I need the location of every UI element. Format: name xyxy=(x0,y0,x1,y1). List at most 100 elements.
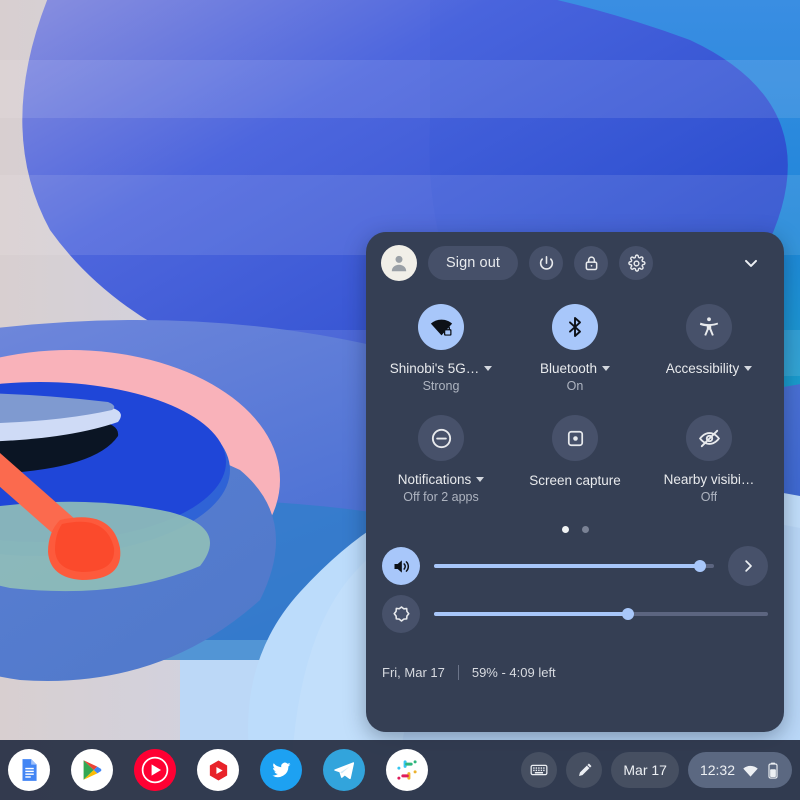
google-play-icon[interactable] xyxy=(71,749,113,791)
collapse-panel-button[interactable] xyxy=(734,246,768,280)
status-area-button[interactable]: 12:32 xyxy=(687,752,792,788)
chevron-right-icon xyxy=(745,560,752,572)
tile-bluetooth[interactable]: Bluetooth On xyxy=(508,304,642,393)
tile-notifications[interactable]: Notifications Off for 2 apps xyxy=(374,415,508,504)
power-button[interactable] xyxy=(529,246,564,280)
nearby-visibility-tile-label-row: Nearby visibi… xyxy=(664,472,755,487)
accessibility-tile-icon-circle xyxy=(686,304,732,350)
bluetooth-icon xyxy=(569,317,581,337)
chromeos-desktop: Sign out Shinobi's 5G… Strong Bluetooth … xyxy=(0,0,800,800)
page-dot-1[interactable] xyxy=(561,526,569,533)
accessibility-icon xyxy=(699,317,719,336)
volume-up-icon xyxy=(394,559,409,573)
bluetooth-tile-label: Bluetooth xyxy=(539,361,598,376)
brightness-icon xyxy=(392,605,410,622)
brightness-icon-button[interactable] xyxy=(382,595,420,633)
quick-settings-tile-grid: Shinobi's 5G… Strong Bluetooth On Access… xyxy=(366,294,784,504)
quick-settings-footer: Fri, Mar 17 59% - 4:09 left xyxy=(366,650,784,694)
twitter-icon[interactable] xyxy=(260,749,302,791)
accessibility-tile-label: Accessibility xyxy=(665,361,740,376)
tile-accessibility[interactable]: Accessibility xyxy=(642,304,776,393)
notifications-tile-sublabel: Off for 2 apps xyxy=(403,490,479,504)
stylus-icon xyxy=(578,763,592,776)
screen-capture-tile-icon-circle xyxy=(552,415,598,461)
wifi-icon xyxy=(743,765,758,777)
slack-icon[interactable] xyxy=(386,749,428,791)
do-not-disturb-icon xyxy=(431,428,451,448)
brightness-slider-fill xyxy=(434,612,628,616)
docs-glyph-icon xyxy=(22,759,37,781)
play-store-glyph-icon xyxy=(83,760,102,780)
eye-off-icon xyxy=(698,429,720,447)
notifications-tile-label-row: Notifications xyxy=(398,472,485,487)
sign-out-button[interactable]: Sign out xyxy=(428,246,519,280)
battery-icon xyxy=(768,762,778,779)
shelf-app-list xyxy=(0,749,428,791)
quick-settings-header: Sign out xyxy=(366,232,784,294)
yt-music-glyph-icon xyxy=(134,749,176,791)
user-avatar[interactable] xyxy=(381,245,417,281)
nearby-visibility-tile-sublabel: Off xyxy=(700,490,718,504)
lock-button[interactable] xyxy=(574,246,609,280)
chevron-down-icon[interactable] xyxy=(602,366,611,371)
notifications-tile-label: Notifications xyxy=(397,472,472,487)
screen-capture-tile-label-row: Screen capture xyxy=(529,472,621,490)
tile-screen-capture[interactable]: Screen capture xyxy=(508,415,642,504)
network-tile-label-row: Shinobi's 5G… xyxy=(390,361,493,376)
wifi-locked-icon xyxy=(430,319,452,336)
accessibility-tile-label-row: Accessibility xyxy=(666,361,753,376)
network-tile-sublabel: Strong xyxy=(422,379,460,393)
volume-slider-fill xyxy=(434,564,700,568)
settings-button[interactable] xyxy=(619,246,654,280)
youtube-music-icon[interactable] xyxy=(134,749,176,791)
volume-slider-thumb[interactable] xyxy=(694,560,706,572)
nearby-visibility-tile-label: Nearby visibi… xyxy=(663,472,755,487)
bluetooth-tile-icon-circle xyxy=(552,304,598,350)
shelf: Mar 17 12:32 xyxy=(0,740,800,800)
chevron-down-icon[interactable] xyxy=(476,477,485,482)
clock-label: 12:32 xyxy=(699,762,735,778)
notifications-tile-icon-circle xyxy=(418,415,464,461)
chevron-down-icon[interactable] xyxy=(744,366,753,371)
volume-toggle-button[interactable] xyxy=(382,547,420,585)
network-tile-icon-circle xyxy=(418,304,464,350)
next-page-button[interactable] xyxy=(728,546,768,586)
screen-capture-tile-label: Screen capture xyxy=(529,473,621,488)
volume-slider[interactable] xyxy=(434,556,714,576)
avatar-person-icon xyxy=(391,255,407,272)
on-screen-keyboard-button[interactable] xyxy=(521,752,558,788)
twitter-bird-glyph-icon xyxy=(272,762,291,778)
stylus-button[interactable] xyxy=(566,752,603,788)
nearby-visibility-tile-icon-circle xyxy=(686,415,732,461)
hexagon-play-glyph-icon xyxy=(209,760,227,780)
volume-slider-row xyxy=(366,542,784,590)
telegram-icon[interactable] xyxy=(323,749,365,791)
red-hexagon-app-icon[interactable] xyxy=(197,749,239,791)
page-dot-2[interactable] xyxy=(581,526,589,533)
chevron-down-icon xyxy=(745,259,757,267)
brightness-slider-thumb[interactable] xyxy=(621,608,634,620)
date-label[interactable]: Fri, Mar 17 xyxy=(382,665,445,680)
brightness-slider-row xyxy=(366,590,784,638)
brightness-slider[interactable] xyxy=(434,604,768,624)
calendar-date-button[interactable]: Mar 17 xyxy=(611,752,679,788)
tile-nearby-visibility[interactable]: Nearby visibi… Off xyxy=(642,415,776,504)
tile-network[interactable]: Shinobi's 5G… Strong xyxy=(374,304,508,393)
footer-divider xyxy=(457,664,459,680)
battery-status-label[interactable]: 59% - 4:09 left xyxy=(472,665,556,680)
power-icon xyxy=(539,255,553,270)
bluetooth-tile-label-row: Bluetooth xyxy=(539,361,611,376)
quick-settings-panel: Sign out Shinobi's 5G… Strong Bluetooth … xyxy=(366,232,784,732)
on-screen-keyboard-icon xyxy=(530,764,548,776)
google-docs-icon[interactable] xyxy=(8,749,50,791)
slack-hash-glyph-icon xyxy=(397,760,417,780)
bluetooth-tile-sublabel: On xyxy=(566,379,584,393)
gear-icon xyxy=(627,253,646,272)
screen-capture-icon xyxy=(567,430,583,446)
lock-icon xyxy=(585,255,597,270)
chevron-down-icon[interactable] xyxy=(484,366,493,371)
page-indicator xyxy=(366,526,784,534)
shelf-status-tray: Mar 17 12:32 xyxy=(521,752,800,788)
network-tile-label: Shinobi's 5G… xyxy=(389,361,480,376)
telegram-plane-glyph-icon xyxy=(334,762,355,780)
